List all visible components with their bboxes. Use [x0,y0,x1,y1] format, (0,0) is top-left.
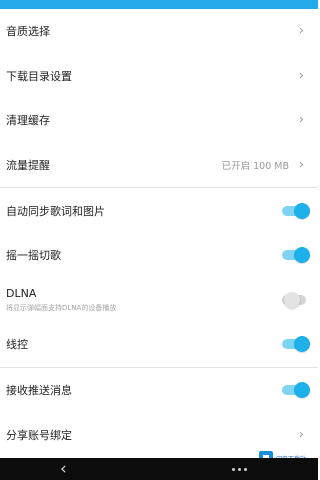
status-bar [0,0,318,9]
setting-label: 下载目录设置 [6,69,72,83]
toggle-switch[interactable] [280,291,310,309]
toggle-knob [294,202,310,219]
settings-list: 音质选择 › 下载目录设置 › 清理缓存 › 流量提醒 已开启 100 MB ›… [0,9,318,457]
setting-label: 流量提醒 [6,159,50,173]
setting-label: 音质选择 [6,25,50,39]
setting-dlna[interactable]: DLNA 将显示弹幅面支持DLNA的设备播放 [0,278,318,323]
system-nav-bar: ‹ [0,458,318,480]
toggle-switch[interactable] [280,246,310,264]
page-dots [232,468,247,471]
setting-label: 摇一摇切歌 [6,249,61,263]
toggle-knob [284,291,300,308]
setting-value: 已开启 100 MB [221,161,289,173]
toggle-switch[interactable] [280,202,310,220]
setting-label: 分享账号绑定 [6,428,72,442]
setting-audio-quality[interactable]: 音质选择 › [0,9,318,54]
setting-download-dir[interactable]: 下载目录设置 › [0,54,318,99]
chevron-right-icon: › [298,157,304,173]
chevron-right-icon: › [298,112,304,128]
setting-data-reminder[interactable]: 流量提醒 已开启 100 MB › [0,143,318,188]
setting-label: 自动同步歌词和图片 [6,204,105,218]
chevron-right-icon: › [298,68,304,84]
setting-label: 接收推送消息 [6,384,72,398]
setting-shake-switch[interactable]: 摇一摇切歌 [0,233,318,278]
toggle-knob [294,336,310,353]
chevron-right-icon: › [298,427,304,443]
toggle-knob [294,382,310,399]
toggle-switch[interactable] [280,381,310,399]
setting-label: DLNA [6,286,37,300]
back-arrow-icon[interactable]: ‹ [60,459,67,479]
toggle-switch[interactable] [280,335,310,353]
setting-push-messages[interactable]: 接收推送消息 [0,368,318,413]
setting-wire-control[interactable]: 线控 [0,322,318,367]
setting-label: 清理缓存 [6,114,50,128]
setting-sublabel: 将显示弹幅面支持DLNA的设备播放 [6,303,117,312]
chevron-right-icon: › [298,23,304,39]
setting-auto-sync[interactable]: 自动同步歌词和图片 [0,188,318,233]
setting-label: 线控 [6,338,28,352]
setting-clear-cache[interactable]: 清理缓存 › [0,98,318,143]
toggle-knob [294,247,310,264]
